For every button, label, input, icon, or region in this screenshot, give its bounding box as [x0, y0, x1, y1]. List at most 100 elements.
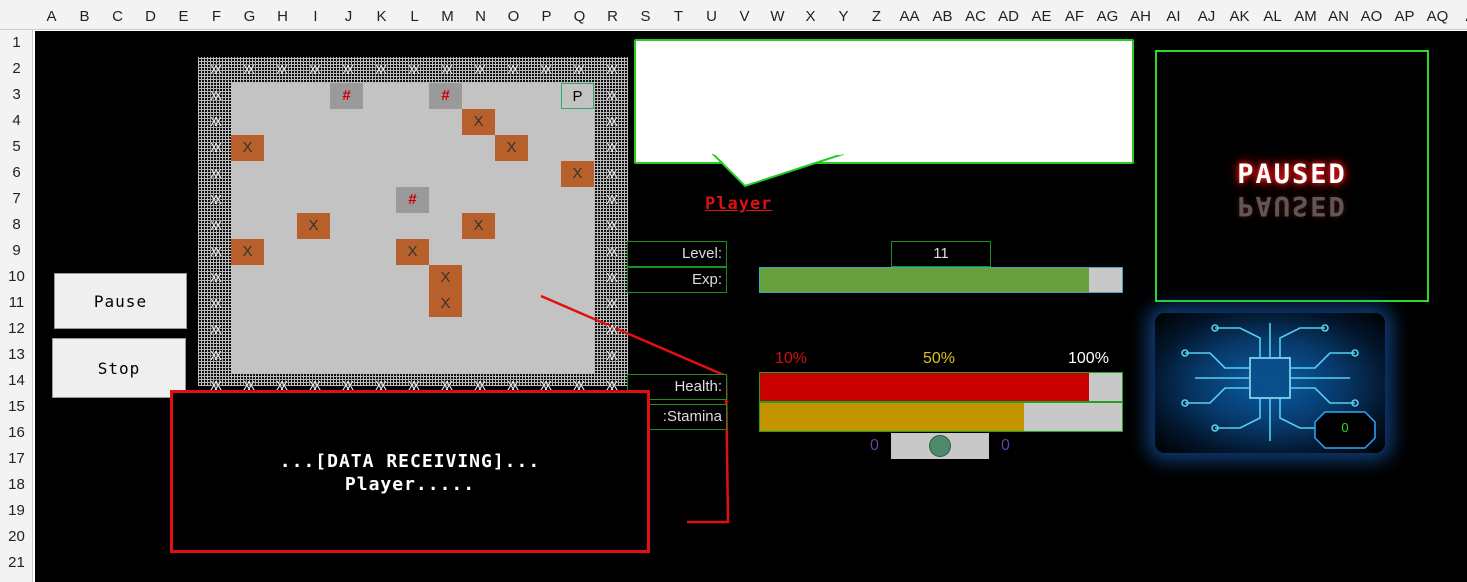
column-header-t[interactable]: T [662, 0, 695, 30]
column-header-u[interactable]: U [695, 0, 728, 30]
level-value: 11 [891, 241, 991, 267]
row-header-14[interactable]: 14 [0, 368, 33, 394]
wall-tile: XX [342, 63, 353, 77]
column-header-e[interactable]: E [167, 0, 200, 30]
wall-tile: XX [606, 245, 617, 259]
column-header-y[interactable]: Y [827, 0, 860, 30]
row-header-16[interactable]: 16 [0, 420, 33, 446]
column-header-g[interactable]: G [233, 0, 266, 30]
wall-tile: XX [606, 167, 617, 181]
column-header-ae[interactable]: AE [1025, 0, 1058, 30]
wall-tile: XX [606, 349, 617, 363]
column-header-ai[interactable]: AI [1157, 0, 1190, 30]
wall-tile: XX [375, 379, 386, 393]
wall-tile: XX [210, 297, 221, 311]
hash-tile: # [396, 187, 429, 213]
column-header-x[interactable]: X [794, 0, 827, 30]
column-header-b[interactable]: B [68, 0, 101, 30]
block-tile: X [396, 239, 429, 265]
health-bar [759, 372, 1123, 402]
row-header-7[interactable]: 7 [0, 186, 33, 212]
block-tile: X [495, 135, 528, 161]
wall-tile: XX [540, 379, 551, 393]
chip-panel: 0 [1155, 313, 1385, 453]
row-header-17[interactable]: 17 [0, 446, 33, 472]
row-header-18[interactable]: 18 [0, 472, 33, 498]
row-header-10[interactable]: 10 [0, 264, 33, 290]
row-header-12[interactable]: 12 [0, 316, 33, 342]
wall-tile: XX [243, 63, 254, 77]
column-header-n[interactable]: N [464, 0, 497, 30]
column-header-q[interactable]: Q [563, 0, 596, 30]
column-header-p[interactable]: P [530, 0, 563, 30]
row-header-5[interactable]: 5 [0, 134, 33, 160]
column-header-a[interactable]: A [35, 0, 68, 30]
column-header-f[interactable]: F [200, 0, 233, 30]
wall-tile: XX [408, 379, 419, 393]
column-header-r[interactable]: R [596, 0, 629, 30]
column-header-ah[interactable]: AH [1124, 0, 1157, 30]
column-header-k[interactable]: K [365, 0, 398, 30]
block-tile: X [429, 265, 462, 291]
column-header-j[interactable]: J [332, 0, 365, 30]
row-header-8[interactable]: 8 [0, 212, 33, 238]
wall-tile: XX [276, 379, 287, 393]
column-header-z[interactable]: Z [860, 0, 893, 30]
column-header-h[interactable]: H [266, 0, 299, 30]
wall-tile: XX [309, 379, 320, 393]
wall-tile: XX [606, 379, 617, 393]
row-header-4[interactable]: 4 [0, 108, 33, 134]
row-header-15[interactable]: 15 [0, 394, 33, 420]
row-header-21[interactable]: 21 [0, 550, 33, 576]
wall-tile: XX [276, 63, 287, 77]
row-header-19[interactable]: 19 [0, 498, 33, 524]
wall-tile: XX [210, 63, 221, 77]
column-header-aj[interactable]: AJ [1190, 0, 1223, 30]
row-header-6[interactable]: 6 [0, 160, 33, 186]
console-line-2: Player..... [344, 474, 476, 495]
column-header-am[interactable]: AM [1289, 0, 1322, 30]
wall-tile: XX [606, 323, 617, 337]
column-header-l[interactable]: L [398, 0, 431, 30]
column-header-a[interactable]: A [1454, 0, 1467, 30]
column-header-v[interactable]: V [728, 0, 761, 30]
row-header-3[interactable]: 3 [0, 82, 33, 108]
wall-tile: XX [507, 63, 518, 77]
column-header-aa[interactable]: AA [893, 0, 926, 30]
row-header-11[interactable]: 11 [0, 290, 33, 316]
column-header-ad[interactable]: AD [992, 0, 1025, 30]
wall-tile: XX [408, 63, 419, 77]
block-tile: X [297, 213, 330, 239]
row-header-1[interactable]: 1 [0, 30, 33, 56]
column-header-m[interactable]: M [431, 0, 464, 30]
column-header-d[interactable]: D [134, 0, 167, 30]
row-header-9[interactable]: 9 [0, 238, 33, 264]
column-header-o[interactable]: O [497, 0, 530, 30]
column-header-ab[interactable]: AB [926, 0, 959, 30]
slider-track[interactable] [891, 433, 989, 459]
column-header-i[interactable]: I [299, 0, 332, 30]
column-header-ap[interactable]: AP [1388, 0, 1421, 30]
wall-tile: XX [606, 271, 617, 285]
wall-tile: XX [243, 379, 254, 393]
column-header-w[interactable]: W [761, 0, 794, 30]
row-header-2[interactable]: 2 [0, 56, 33, 82]
column-header-ac[interactable]: AC [959, 0, 992, 30]
column-header-an[interactable]: AN [1322, 0, 1355, 30]
wall-tile: XX [210, 167, 221, 181]
row-header-20[interactable]: 20 [0, 524, 33, 550]
column-header-ak[interactable]: AK [1223, 0, 1256, 30]
wall-tile: XX [210, 271, 221, 285]
column-header-ag[interactable]: AG [1091, 0, 1124, 30]
wall-tile: XX [606, 89, 617, 103]
row-header-13[interactable]: 13 [0, 342, 33, 368]
column-header-ao[interactable]: AO [1355, 0, 1388, 30]
column-header-s[interactable]: S [629, 0, 662, 30]
column-header-al[interactable]: AL [1256, 0, 1289, 30]
row-header-bar: 1 2 3 4 5 6 7 8 9 10 11 12 13 14 15 16 17 18 19 20 21 [0, 30, 33, 582]
column-header-aq[interactable]: AQ [1421, 0, 1454, 30]
paused-text-reflection: PAUSED [1237, 190, 1347, 221]
slider-knob[interactable] [929, 435, 951, 457]
column-header-c[interactable]: C [101, 0, 134, 30]
column-header-af[interactable]: AF [1058, 0, 1091, 30]
